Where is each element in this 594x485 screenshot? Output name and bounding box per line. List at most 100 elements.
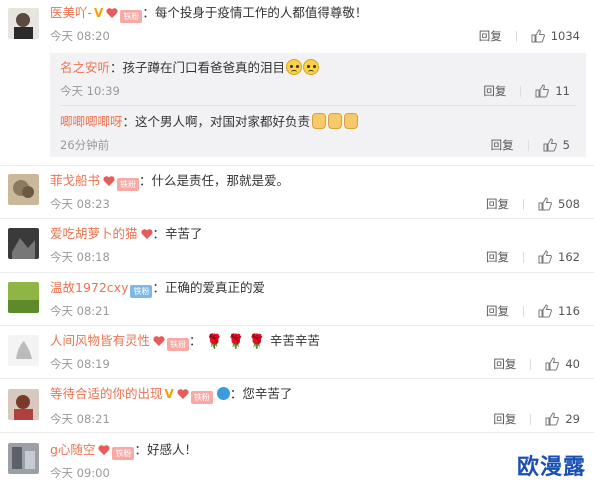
watermark: 欧漫露 (516, 454, 586, 480)
username[interactable]: 人间风物皆有灵性 (50, 333, 150, 348)
shield-icon (216, 387, 230, 400)
heart-icon (103, 176, 115, 186)
thumbs-up-icon (531, 29, 545, 43)
username[interactable]: 爱吃胡萝卜的猫 (50, 226, 138, 241)
thumbs-up-icon (543, 138, 557, 152)
heart-icon (177, 389, 189, 399)
heart-icon (106, 8, 118, 18)
avatar[interactable] (8, 389, 39, 420)
username[interactable]: 温故1972cxy (50, 280, 128, 295)
comment-text: ：每个投身于疫情工作的人都值得尊敬！ (142, 5, 368, 20)
timestamp: 26分钟前 (60, 138, 110, 152)
reply-button[interactable]: 回复 (479, 28, 502, 44)
heart-icon (98, 445, 110, 455)
divider (523, 251, 525, 263)
username[interactable]: g心随空 (50, 442, 95, 457)
reply-thread: 名之安听：孩子蹲在门口看爸爸真的泪目 今天 10:39 回复 11 唧唧唧唧呀：… (50, 53, 586, 157)
heart-icon (153, 336, 165, 346)
reply-button[interactable]: 回复 (486, 303, 509, 319)
comment-text: ：什么是责任，那就是爱。 (139, 173, 290, 188)
avatar[interactable] (8, 335, 39, 366)
thumbs-up-icon (535, 84, 550, 98)
like-count: 116 (558, 304, 580, 318)
timestamp: 今天 08:21 (50, 412, 110, 426)
comment-text: ：您辛苦了 (229, 386, 293, 401)
divider (520, 85, 522, 97)
comment-text: ：孩子蹲在门口看爸爸真的泪目 (110, 60, 286, 75)
fan-badge: 铁粉 (190, 391, 213, 404)
reply-button[interactable]: 回复 (486, 196, 509, 212)
like-count: 1034 (550, 29, 580, 43)
divider (523, 198, 525, 210)
divider (0, 272, 594, 273)
comment-text: ：辛苦了 (152, 226, 203, 241)
timestamp: 今天 08:19 (50, 357, 110, 371)
comment-text: ：好感人！ (134, 442, 197, 457)
reply-button[interactable]: 回复 (493, 356, 516, 372)
comment-text: ： (189, 333, 202, 348)
like-button[interactable]: 1034 (531, 28, 580, 44)
like-button[interactable]: 29 (545, 411, 580, 427)
verified-icon: V (94, 6, 104, 20)
divider (530, 358, 532, 370)
avatar[interactable] (8, 443, 39, 474)
reply-button[interactable]: 回复 (483, 83, 506, 99)
sad-emoji-icon (303, 59, 320, 75)
username[interactable]: 唧唧唧唧呀 (60, 114, 123, 129)
timestamp: 今天 08:23 (50, 197, 110, 211)
rose-icon: 🌹 (248, 334, 266, 350)
like-button[interactable]: 162 (538, 249, 580, 265)
divider (0, 378, 594, 379)
reply-button[interactable]: 回复 (493, 411, 516, 427)
thumbs-up-icon (538, 304, 552, 318)
username[interactable]: 医美吖- (50, 5, 92, 20)
heart-icon (140, 229, 153, 239)
divider (0, 165, 594, 166)
divider (0, 432, 594, 433)
fan-badge: 铁粉 (112, 447, 135, 460)
rose-icon: 🌹 (205, 334, 223, 350)
fan-badge: 铁粉 (120, 10, 143, 23)
comment-text-after: 辛苦辛苦 (269, 333, 320, 348)
divider (515, 30, 517, 42)
thumbs-up-emoji-icon (312, 113, 327, 129)
avatar[interactable] (8, 8, 39, 39)
divider (0, 325, 594, 326)
like-count: 29 (565, 412, 580, 426)
like-count: 11 (555, 84, 570, 98)
thumbs-up-icon (545, 357, 560, 371)
avatar[interactable] (8, 228, 39, 259)
like-button[interactable]: 508 (538, 196, 580, 212)
like-count: 40 (565, 357, 580, 371)
like-button[interactable]: 40 (545, 356, 580, 372)
reply-button[interactable]: 回复 (491, 137, 514, 153)
fan-badge: 铁粉 (117, 178, 140, 191)
username[interactable]: 菲戈船书 (50, 173, 100, 188)
like-count: 508 (558, 197, 580, 211)
like-button[interactable]: 116 (538, 303, 580, 319)
thumbs-up-icon (545, 412, 560, 426)
rose-icon: 🌹 (226, 334, 245, 350)
avatar[interactable] (8, 174, 39, 205)
timestamp: 今天 08:21 (50, 304, 110, 318)
timestamp: 今天 10:39 (60, 84, 120, 98)
divider (527, 139, 529, 151)
divider (530, 413, 532, 425)
thumbs-up-emoji-icon (328, 113, 343, 129)
thumbs-up-icon (538, 197, 552, 211)
like-button[interactable]: 11 (535, 83, 570, 99)
thumbs-up-emoji-icon (344, 113, 359, 129)
avatar[interactable] (8, 282, 39, 313)
thumbs-up-icon (538, 250, 552, 264)
username[interactable]: 名之安听 (60, 60, 110, 75)
like-count: 5 (562, 138, 570, 152)
timestamp: 今天 09:00 (50, 466, 110, 480)
like-button[interactable]: 5 (543, 137, 570, 153)
timestamp: 今天 08:18 (50, 250, 110, 264)
reply-button[interactable]: 回复 (486, 249, 509, 265)
like-count: 162 (558, 250, 580, 264)
comment-text: ：正确的爱真正的爱 (152, 280, 265, 295)
fan-badge: 铁粉 (167, 338, 190, 351)
comment-text: ：这个男人啊，对国对家都好负责 (122, 114, 311, 129)
username[interactable]: 等待合适的你的出现 (50, 386, 163, 401)
